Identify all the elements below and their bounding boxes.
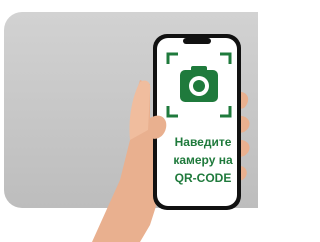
camera-icon: [180, 66, 218, 102]
instruction-line-1: Наведите: [174, 135, 232, 149]
scan-instruction-text: Наведите камеру на QR-CODE: [162, 133, 244, 187]
instruction-line-2: камеру на: [173, 153, 233, 167]
instruction-line-3: QR-CODE: [174, 171, 232, 185]
phone-in-hand-illustration: [92, 34, 250, 242]
